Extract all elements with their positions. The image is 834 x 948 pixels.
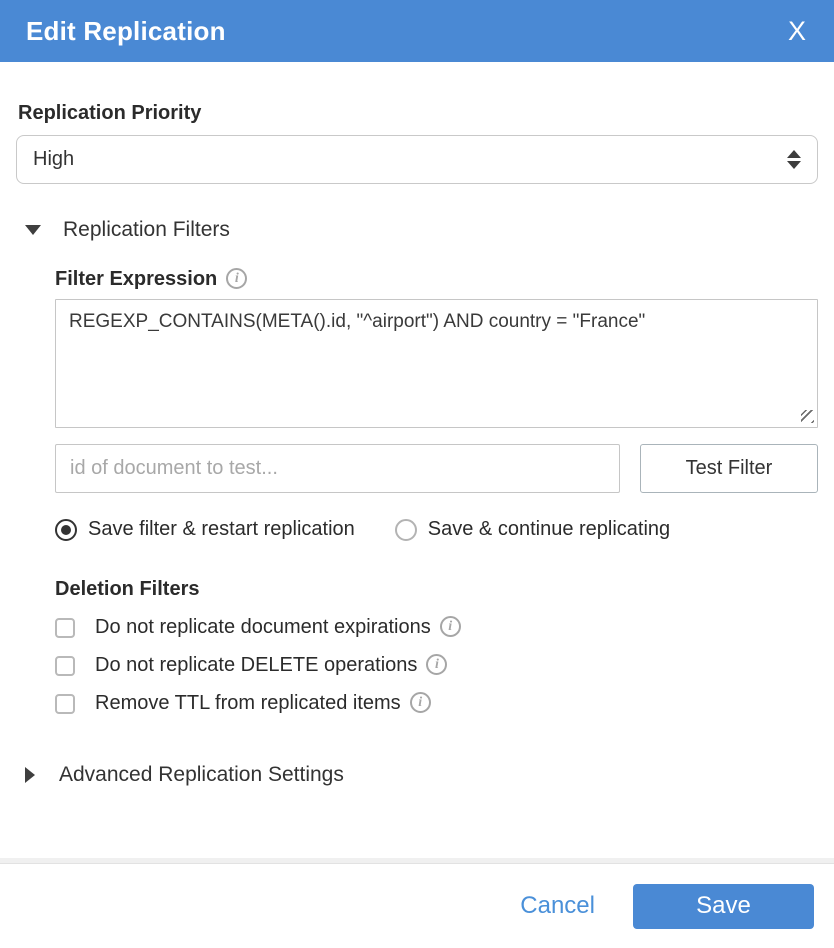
info-icon[interactable]: i: [226, 268, 247, 289]
deletion-filters-heading: Deletion Filters: [55, 578, 818, 601]
checkbox-icon: [55, 618, 75, 638]
replication-priority-value: High: [33, 148, 74, 171]
filter-expression-label-row: Filter Expression i: [55, 268, 818, 291]
replication-filters-toggle-label: Replication Filters: [63, 218, 230, 242]
test-filter-row: Test Filter: [55, 444, 818, 493]
replication-priority-select[interactable]: High: [16, 135, 818, 184]
info-icon[interactable]: i: [440, 616, 461, 637]
radio-selected-icon: [55, 519, 77, 541]
dialog-title: Edit Replication: [26, 16, 226, 47]
filter-expression-textarea[interactable]: REGEXP_CONTAINS(META().id, "^airport") A…: [55, 299, 818, 428]
test-filter-button[interactable]: Test Filter: [640, 444, 818, 493]
save-button[interactable]: Save: [633, 884, 814, 929]
dialog-body: Replication Priority High Replication Fi…: [0, 62, 834, 858]
advanced-settings-toggle[interactable]: Advanced Replication Settings: [25, 763, 818, 787]
checkbox-icon: [55, 656, 75, 676]
triangle-right-icon: [25, 767, 35, 783]
radio-unselected-icon: [395, 519, 417, 541]
save-mode-radio-group: Save filter & restart replication Save &…: [55, 518, 818, 541]
filter-expression-label: Filter Expression: [55, 268, 217, 291]
triangle-down-icon: [25, 225, 41, 235]
dialog-footer: Cancel Save: [0, 864, 834, 948]
advanced-settings-toggle-label: Advanced Replication Settings: [59, 763, 344, 787]
info-icon[interactable]: i: [426, 654, 447, 675]
resize-handle-icon[interactable]: [801, 410, 814, 423]
checkbox-row-remove-ttl[interactable]: Remove TTL from replicated items i: [55, 692, 818, 715]
radio-save-continue[interactable]: Save & continue replicating: [395, 518, 670, 541]
edit-replication-dialog: Edit Replication X Replication Priority …: [0, 0, 834, 948]
close-icon[interactable]: X: [788, 18, 806, 45]
info-icon[interactable]: i: [410, 692, 431, 713]
replication-filters-toggle[interactable]: Replication Filters: [25, 218, 818, 242]
radio-save-continue-label: Save & continue replicating: [428, 518, 670, 541]
checkbox-row-delete-ops[interactable]: Do not replicate DELETE operations i: [55, 654, 818, 677]
dialog-header: Edit Replication X: [0, 0, 834, 62]
filter-expression-wrap: REGEXP_CONTAINS(META().id, "^airport") A…: [55, 299, 818, 428]
test-document-id-input[interactable]: [55, 444, 620, 493]
checkbox-remove-ttl-label: Remove TTL from replicated items: [95, 692, 401, 715]
checkbox-row-expirations[interactable]: Do not replicate document expirations i: [55, 616, 818, 639]
checkbox-delete-ops-label: Do not replicate DELETE operations: [95, 654, 417, 677]
radio-save-restart-label: Save filter & restart replication: [88, 518, 355, 541]
radio-save-restart[interactable]: Save filter & restart replication: [55, 518, 355, 541]
replication-priority-label: Replication Priority: [18, 102, 818, 125]
select-arrows-icon: [787, 150, 801, 169]
checkbox-expirations-label: Do not replicate document expirations: [95, 616, 431, 639]
checkbox-icon: [55, 694, 75, 714]
replication-filters-content: Filter Expression i REGEXP_CONTAINS(META…: [55, 268, 818, 715]
cancel-button[interactable]: Cancel: [520, 892, 595, 920]
